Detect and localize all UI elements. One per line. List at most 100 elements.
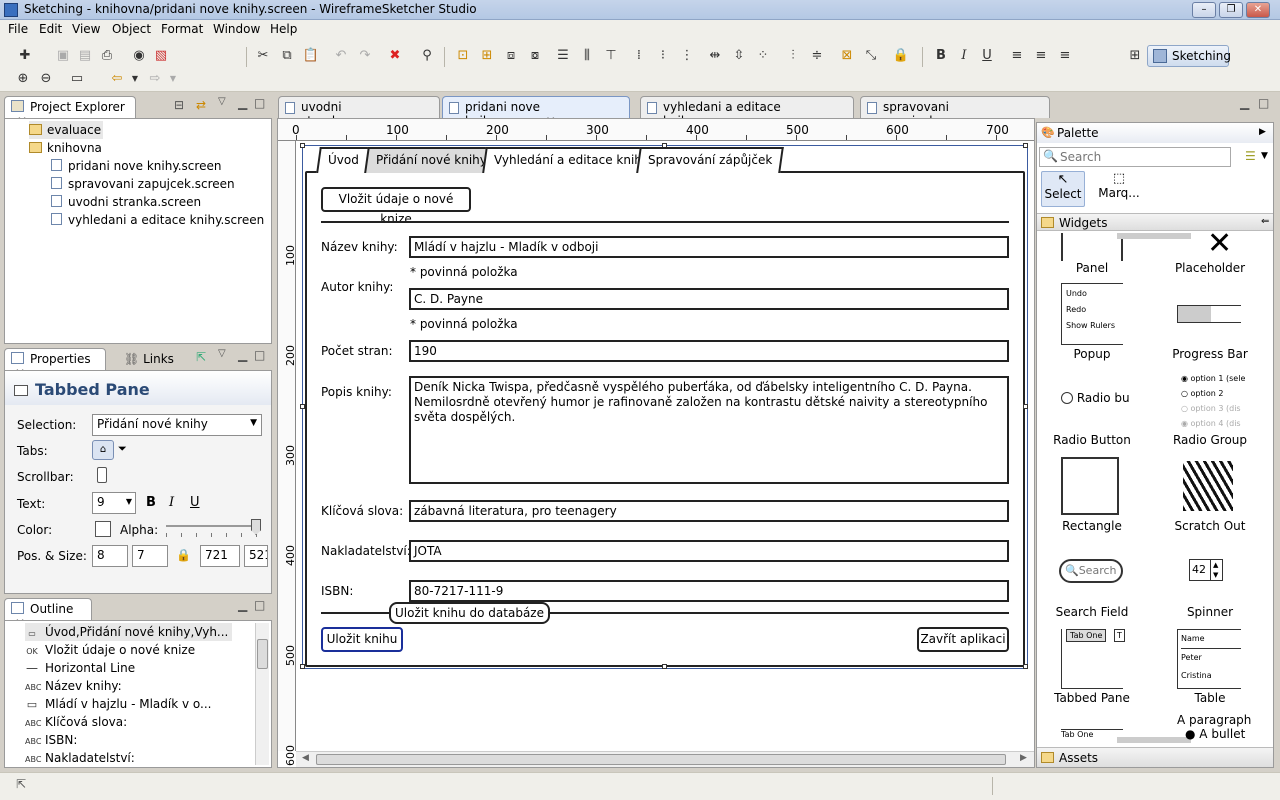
isbn-field[interactable]: 80-7217-111-9	[409, 580, 1009, 602]
bold-toggle[interactable]: B	[146, 495, 156, 510]
menu-file[interactable]: File	[8, 22, 28, 36]
insert-book-data-button[interactable]: Vložit údaje o nové knize	[321, 187, 471, 226]
match-height-icon[interactable]: ⇳	[730, 47, 748, 65]
maximize-button[interactable]: ❐	[1219, 2, 1243, 18]
minimize-view-icon[interactable]: ▁	[238, 348, 247, 362]
perspective-sketching-button[interactable]: Sketching	[1147, 45, 1231, 67]
align-icon[interactable]: ☰	[554, 47, 572, 65]
delete-icon[interactable]: ✖	[386, 47, 404, 65]
view-menu-icon[interactable]: ▽	[218, 96, 226, 107]
close-window-button[interactable]: ✕	[1246, 2, 1270, 18]
link-icon[interactable]: ⚲	[418, 47, 436, 65]
chevron-down-icon[interactable]: ▼	[1261, 151, 1268, 161]
outline-item[interactable]: ABC Název knihy:	[25, 677, 122, 695]
color-swatch[interactable]	[95, 521, 111, 537]
menu-help[interactable]: Help	[270, 22, 297, 36]
link-editor-icon[interactable]: ⇄	[196, 98, 206, 112]
save-all-icon[interactable]: ▤	[76, 47, 94, 65]
lock-icon[interactable]: 🔒	[176, 548, 191, 562]
marquee-tool[interactable]: ⬚ Marq...	[1097, 171, 1141, 207]
align-right-icon[interactable]: ≡	[1056, 47, 1074, 65]
book-title-field[interactable]: Mládí v hajzlu - Mladík v odboji	[409, 236, 1009, 258]
view-menu-icon[interactable]: ▽	[218, 348, 226, 359]
outline-item[interactable]: ABC ISBN:	[25, 731, 77, 749]
undo-icon[interactable]: ↶	[332, 47, 350, 65]
underline-icon[interactable]: U	[978, 47, 996, 65]
menu-format[interactable]: Format	[161, 22, 203, 36]
scroll-left-icon[interactable]: ◀	[302, 753, 309, 763]
palette-menu-icon[interactable]: ▶	[1259, 127, 1266, 137]
tabs-bottom-toggle[interactable]: ⏷	[118, 442, 127, 456]
tree-item[interactable]: spravovani zapujcek.screen	[29, 175, 271, 193]
align-left-icon[interactable]: ≡	[1008, 47, 1026, 65]
wireframe-tab-uvod[interactable]: Úvod	[316, 147, 371, 173]
publisher-field[interactable]: JOTA	[409, 540, 1009, 562]
send-back-icon[interactable]: ⧇	[526, 47, 544, 65]
filter-icon[interactable]: ☰	[1245, 149, 1256, 163]
menu-window[interactable]: Window	[213, 22, 260, 36]
widget-progress-bar[interactable]: Progress Bar	[1155, 347, 1265, 361]
size-icon[interactable]: ⊠	[838, 47, 856, 65]
collapse-icon[interactable]: ⇐	[1261, 216, 1269, 227]
assets-drawer-header[interactable]: Assets	[1037, 747, 1273, 767]
widget-search-field[interactable]: Search Field	[1037, 605, 1147, 619]
zoom-out-icon[interactable]: ⊖	[37, 70, 55, 88]
underline-toggle[interactable]: U	[190, 495, 200, 510]
tree-item[interactable]: uvodni stranka.screen	[29, 193, 271, 211]
editor-tab-spravovani[interactable]: spravovani zapujcek.screen	[860, 96, 1050, 128]
center-v-icon[interactable]: ≑	[808, 47, 826, 65]
scrollbar-thumb[interactable]	[257, 639, 268, 669]
paste-icon[interactable]: 📋	[302, 47, 320, 65]
selection-handle[interactable]	[1023, 404, 1028, 409]
minimize-view-icon[interactable]: ▁	[238, 598, 247, 612]
preview-icon[interactable]: ▭	[68, 70, 86, 88]
tree-item[interactable]: vyhledani a editace knihy.screen	[29, 211, 271, 229]
selection-handle[interactable]	[300, 664, 305, 669]
forward-icon[interactable]: ⇨	[146, 70, 164, 88]
project-explorer-tab[interactable]: Project Explorer ✕	[4, 96, 136, 128]
widget-radio-group[interactable]: Radio Group	[1155, 433, 1265, 447]
center-h-icon[interactable]: ⫶	[784, 47, 802, 65]
outline-item[interactable]: ▭ Mládí v hajzlu - Mladík v o...	[25, 695, 212, 713]
outline-item[interactable]: ABC Klíčová slova:	[25, 713, 127, 731]
widget-scratch-out[interactable]: Scratch Out	[1155, 519, 1265, 533]
horizontal-scrollbar[interactable]: ◀ ▶	[296, 751, 1034, 767]
editor-tab-vyhledani[interactable]: vyhledani a editace knihy.screen	[640, 96, 854, 128]
align-text-center-icon[interactable]: ≡	[1032, 47, 1050, 65]
minimize-editor-icon[interactable]: ▁	[1240, 96, 1249, 110]
align-top-icon[interactable]: ⊤	[602, 47, 620, 65]
editor-tab-pridani[interactable]: pridani nove knihy.screen✕	[442, 96, 630, 128]
selection-dropdown[interactable]: Přidání nové knihy ▼	[92, 414, 262, 436]
bold-icon[interactable]: B	[932, 47, 950, 65]
outline-tab[interactable]: Outline ✕	[4, 598, 92, 630]
page-count-field[interactable]: 190	[409, 340, 1009, 362]
wireframe-tab-spravovani[interactable]: Spravování zápůjček	[636, 147, 785, 173]
widget-table[interactable]: Table	[1155, 691, 1265, 705]
selection-handle[interactable]	[1023, 143, 1028, 148]
back-dropdown-icon[interactable]: ▼	[126, 70, 144, 88]
menu-view[interactable]: View	[72, 22, 100, 36]
menu-edit[interactable]: Edit	[39, 22, 62, 36]
resize-icon[interactable]: ⤡	[862, 47, 880, 65]
tree-item[interactable]: evaluace	[29, 121, 103, 139]
widget-popup[interactable]: Popup	[1037, 347, 1147, 361]
minimize-view-icon[interactable]: ▁	[238, 96, 247, 110]
copy-icon[interactable]: ⧉	[278, 47, 296, 65]
widget-tabbed-pane[interactable]: Tabbed Pane	[1037, 691, 1147, 705]
pos-y-field[interactable]: 7	[132, 545, 168, 567]
ungroup-icon[interactable]: ⊞	[478, 47, 496, 65]
widget-rectangle[interactable]: Rectangle	[1037, 519, 1147, 533]
print-icon[interactable]: ⎙	[98, 47, 116, 65]
space-icon[interactable]: ⁘	[754, 47, 772, 65]
widget-panel[interactable]: Panel	[1037, 261, 1147, 275]
menu-object[interactable]: Object	[112, 22, 151, 36]
cut-icon[interactable]: ✂	[254, 47, 272, 65]
selection-handle[interactable]	[662, 664, 667, 669]
maximize-editor-icon[interactable]: □	[1258, 96, 1269, 110]
select-tool[interactable]: ↖ Select	[1041, 171, 1085, 207]
save-book-button[interactable]: Uložit knihu	[321, 627, 403, 652]
font-size-dropdown[interactable]: 9 ▼	[92, 492, 136, 514]
tree-item[interactable]: pridani nove knihy.screen	[29, 157, 271, 175]
width-field[interactable]: 721	[200, 545, 240, 567]
save-icon[interactable]: ▣	[54, 47, 72, 65]
